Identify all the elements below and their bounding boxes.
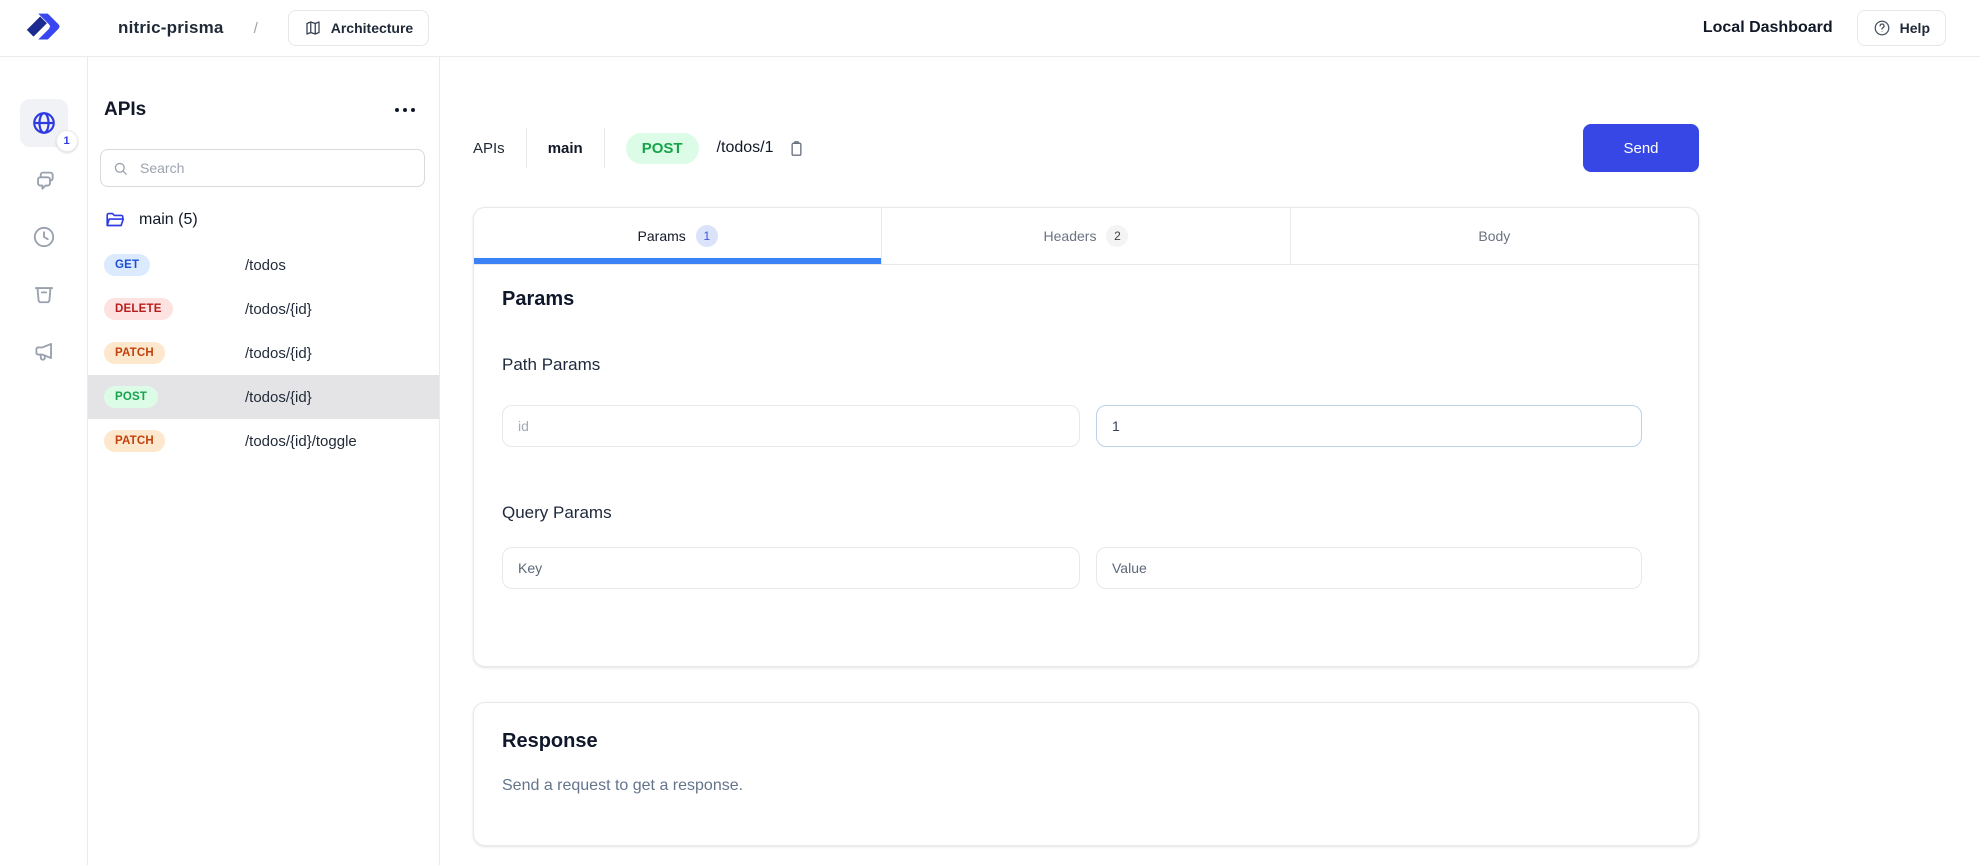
request-breadcrumb: APIs main POST /todos/1 — [473, 128, 808, 168]
params-tab-panel: Params Path Params Query Params — [474, 265, 1698, 589]
endpoint-path: /todos — [245, 257, 286, 274]
nitric-logo[interactable] — [0, 7, 88, 49]
nav-item-websockets[interactable] — [20, 156, 68, 204]
response-empty-message: Send a request to get a response. — [502, 777, 1670, 795]
breadcrumb-separator: / — [254, 20, 258, 37]
search-icon — [112, 160, 129, 177]
breadcrumb-divider — [526, 128, 527, 168]
local-dashboard-label: Local Dashboard — [1703, 19, 1833, 37]
endpoint-path: /todos/{id} — [245, 389, 312, 406]
tab-label: Params — [638, 228, 686, 244]
apis-count-badge: 1 — [56, 130, 78, 152]
path-params-title: Path Params — [502, 353, 1670, 377]
response-title: Response — [502, 729, 1670, 753]
method-badge-col: GET — [104, 254, 245, 276]
help-button[interactable]: Help — [1857, 10, 1946, 46]
sidebar-search[interactable] — [100, 149, 425, 187]
nav-item-apis[interactable]: 1 — [20, 99, 68, 147]
method-badge: POST — [104, 386, 158, 408]
endpoint-row[interactable]: PATCH/todos/{id}/toggle — [88, 419, 439, 463]
method-badge-col: POST — [104, 386, 245, 408]
method-badge: PATCH — [104, 430, 165, 452]
architecture-button[interactable]: Architecture — [288, 10, 429, 46]
globe-icon — [31, 110, 57, 136]
method-badge: GET — [104, 254, 150, 276]
endpoint-row[interactable]: POST/todos/{id} — [88, 375, 439, 419]
sidebar-title: APIs — [104, 99, 146, 121]
nav-item-topics[interactable] — [20, 327, 68, 375]
query-params-title: Query Params — [502, 501, 1670, 525]
tab-count-badge: 2 — [1106, 225, 1128, 247]
search-input[interactable] — [138, 159, 413, 177]
nitric-logo-icon — [23, 7, 65, 49]
tab-headers[interactable]: Headers 2 — [881, 208, 1289, 264]
query-param-value-input[interactable] — [1096, 547, 1642, 589]
method-badge-col: DELETE — [104, 298, 245, 320]
copy-path-button[interactable] — [785, 137, 808, 160]
project-title: nitric-prisma — [118, 18, 224, 38]
endpoint-path: /todos/{id}/toggle — [245, 433, 357, 450]
method-badge-col: PATCH — [104, 430, 245, 452]
tab-body[interactable]: Body — [1290, 208, 1698, 264]
chat-bubbles-icon — [31, 167, 57, 193]
query-param-key-input[interactable] — [502, 547, 1080, 589]
method-badge: DELETE — [104, 298, 173, 320]
architecture-button-label: Architecture — [331, 20, 413, 36]
method-badge: PATCH — [104, 342, 165, 364]
help-button-label: Help — [1900, 20, 1930, 36]
nav-item-schedules[interactable] — [20, 213, 68, 261]
header-right: Local Dashboard Help — [1703, 10, 1980, 46]
help-circle-icon — [1873, 19, 1891, 37]
nav-rail: 1 — [0, 57, 88, 865]
endpoint-list: GET/todosDELETE/todos/{id}PATCH/todos/{i… — [88, 243, 439, 463]
path-param-key-input[interactable] — [502, 405, 1080, 447]
apis-sidebar: APIs main (5) GET/todosDELETE/todos/{id}… — [88, 57, 440, 865]
breadcrumb-root: APIs — [473, 140, 505, 157]
tab-label: Headers — [1044, 228, 1097, 244]
nav-item-storage[interactable] — [20, 270, 68, 318]
clipboard-copy-icon — [787, 139, 806, 158]
breadcrumb-group: main — [548, 140, 583, 157]
method-badge-post: POST — [626, 133, 699, 164]
top-bar: nitric-prisma / Architecture Local Dashb… — [0, 0, 1980, 57]
app-root: nitric-prisma / Architecture Local Dashb… — [0, 0, 1980, 865]
request-tabs: Params 1 Headers 2 Body — [474, 208, 1698, 265]
endpoint-row[interactable]: PATCH/todos/{id} — [88, 331, 439, 375]
api-group-main[interactable]: main (5) — [88, 205, 439, 235]
tab-label: Body — [1478, 228, 1510, 244]
endpoint-path: /todos/{id} — [245, 345, 312, 362]
clock-icon — [31, 224, 57, 250]
breadcrumb-divider — [604, 128, 605, 168]
sidebar-menu-button[interactable] — [393, 102, 417, 118]
method-badge-col: PATCH — [104, 342, 245, 364]
folder-open-icon — [104, 209, 126, 231]
tab-count-badge: 1 — [696, 225, 718, 247]
endpoint-row[interactable]: GET/todos — [88, 243, 439, 287]
params-title: Params — [502, 287, 1670, 311]
response-card: Response Send a request to get a respons… — [473, 702, 1699, 846]
path-param-value-input[interactable] — [1096, 405, 1642, 447]
megaphone-icon — [31, 338, 57, 364]
tab-params[interactable]: Params 1 — [474, 208, 881, 264]
map-icon — [304, 19, 322, 37]
endpoint-path: /todos/{id} — [245, 301, 312, 318]
endpoint-row[interactable]: DELETE/todos/{id} — [88, 287, 439, 331]
archive-box-icon — [31, 281, 57, 307]
request-header-row: APIs main POST /todos/1 Sen — [473, 124, 1699, 172]
main-panel: APIs main POST /todos/1 Sen — [440, 57, 1980, 865]
request-card: Params 1 Headers 2 Body Params Path Params Q… — [473, 207, 1699, 667]
request-path: /todos/1 — [717, 139, 774, 157]
send-button[interactable]: Send — [1583, 124, 1699, 172]
api-group-label: main (5) — [139, 211, 198, 229]
